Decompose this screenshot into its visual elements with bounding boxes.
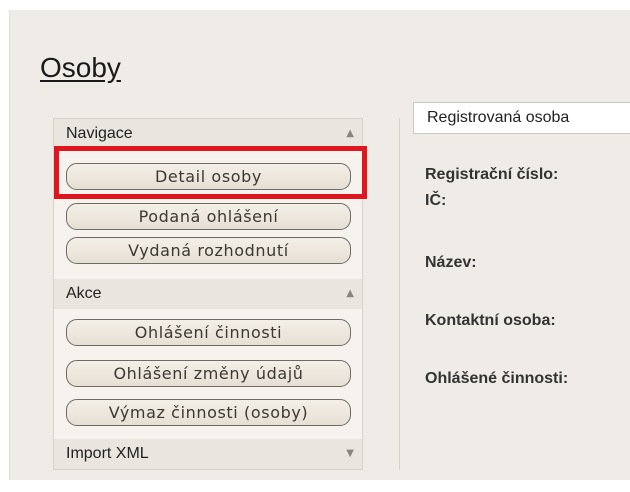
detail-osoby-button[interactable]: Detail osoby [66, 163, 351, 190]
field-label-kontaktni-osoba: Kontaktní osoba: [425, 312, 556, 329]
chevron-up-icon: ▲ [346, 288, 354, 299]
vydana-rozhodnuti-button[interactable]: Vydaná rozhodnutí [66, 237, 351, 264]
field-label-nazev: Název: [425, 254, 477, 271]
field-label-registracni-cislo: Registrační číslo: [425, 166, 559, 183]
tab-registrovana-osoba[interactable]: Registrovaná osoba [413, 102, 630, 134]
section-header-label: Akce [66, 285, 102, 302]
section-header-label: Import XML [66, 445, 149, 462]
field-label-ohlasene-cinnosti: Ohlášené činnosti: [425, 370, 569, 387]
section-header-navigace[interactable]: Navigace ▲ [54, 119, 362, 149]
vymaz-cinnosti-button[interactable]: Výmaz činnosti (osoby) [66, 399, 351, 426]
ohlaseni-zmeny-udaju-button[interactable]: Ohlášení změny údajů [66, 360, 351, 387]
chevron-up-icon: ▲ [346, 128, 354, 139]
section-header-import-xml[interactable]: Import XML ▼ [54, 439, 362, 469]
ohlaseni-cinnosti-button[interactable]: Ohlášení činnosti [66, 319, 351, 346]
chevron-down-icon: ▼ [346, 448, 354, 459]
page-title: Osoby [40, 52, 121, 83]
section-header-akce[interactable]: Akce ▲ [54, 279, 362, 309]
section-header-label: Navigace [66, 125, 133, 142]
podana-ohlaseni-button[interactable]: Podaná ohlášení [66, 203, 351, 230]
navigation-panel: Navigace ▲ Detail osoby Podaná ohlášení … [53, 118, 363, 470]
field-label-ic: IČ: [425, 192, 447, 209]
